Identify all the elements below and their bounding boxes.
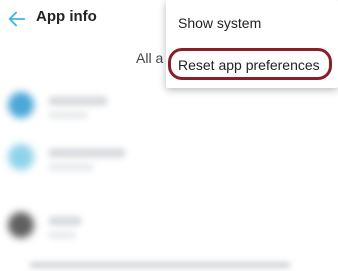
page-title: App info (36, 8, 97, 25)
app-size (48, 231, 76, 239)
menu-item-reset-app-preferences[interactable]: Reset app preferences (166, 44, 338, 86)
app-size (48, 163, 94, 171)
app-icon (8, 144, 34, 170)
app-name (48, 216, 82, 226)
arrow-left-icon[interactable] (6, 8, 28, 30)
app-icon (8, 212, 34, 238)
menu-item-label: Show system (178, 15, 262, 31)
app-icon (8, 92, 34, 118)
overflow-menu: Show system Reset app preferences (166, 0, 338, 88)
filter-dropdown[interactable]: All a (136, 50, 163, 66)
menu-item-label: Reset app preferences (178, 57, 320, 73)
app-info-screen: App info All a Show system Reset app pre… (0, 0, 338, 271)
list-item-partial (30, 262, 290, 268)
app-name (48, 96, 108, 106)
app-size (48, 111, 88, 119)
list-item[interactable] (0, 80, 338, 136)
list-item[interactable] (0, 132, 338, 188)
app-name (48, 148, 126, 158)
menu-item-show-system[interactable]: Show system (166, 2, 338, 44)
list-item[interactable] (0, 200, 338, 256)
